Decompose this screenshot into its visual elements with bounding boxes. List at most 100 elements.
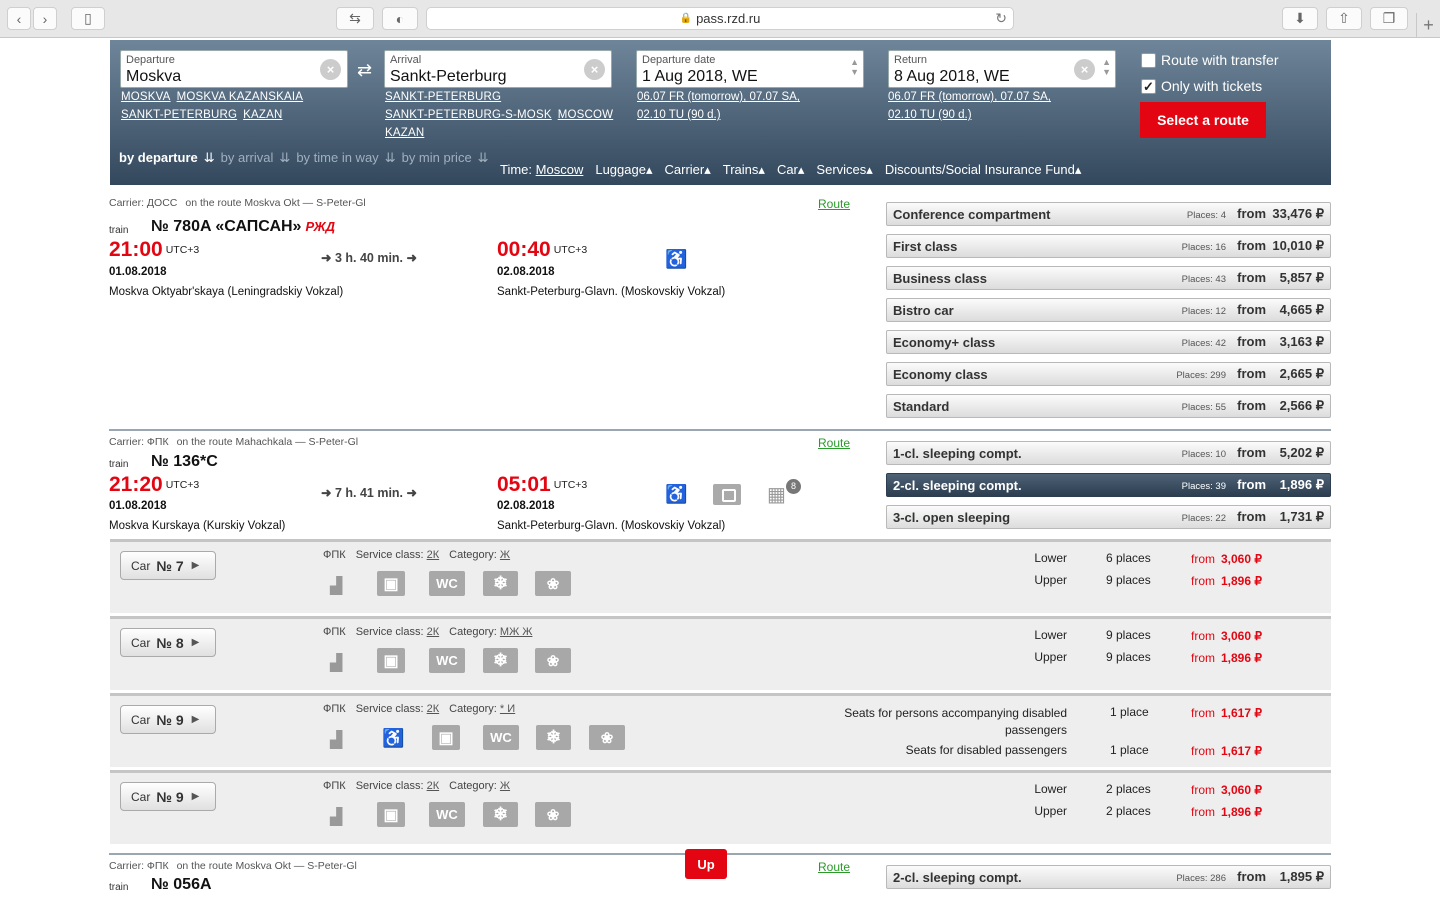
chart-icon: ▟ [330, 655, 343, 672]
privacy-icon[interactable]: ◐ [382, 7, 418, 30]
only-tickets-checkbox[interactable]: ✓ Only with tickets [1141, 78, 1262, 94]
suggest-link[interactable]: SANKT-PETERBURG [385, 91, 501, 103]
arrival-suggestions: SANKT-PETERBURG SANKT-PETERBURG-S-MOSK MO… [385, 88, 625, 142]
seat-price[interactable]: from 3,060 ₽ [1191, 552, 1262, 566]
filter-services[interactable]: Services▴ [816, 162, 872, 178]
select-route-button[interactable]: Select a route [1140, 102, 1266, 138]
seat-price[interactable]: from 1,896 ₽ [1191, 574, 1262, 588]
class-row[interactable]: 2-cl. sleeping compt. Places: 286 from 1,89… [886, 865, 1331, 889]
car-button[interactable]: Car № 7 ▶ [120, 551, 216, 580]
downloads-icon[interactable]: ⬇ [1282, 7, 1318, 30]
arrival-date: 02.08.2018 [497, 266, 555, 278]
suggest-link[interactable]: MOSCOW [558, 109, 614, 121]
route-link[interactable]: Route [818, 197, 850, 211]
seat-price[interactable]: from 1,617 ₽ [1191, 706, 1262, 720]
date-hint[interactable]: 02.10 TU (90 d.) [888, 106, 1051, 124]
arrival-field[interactable]: Arrival Sankt-Peterburg × [384, 50, 612, 88]
class-row[interactable]: Economy+ class Places: 42 from 3,163 ₽ [886, 330, 1331, 354]
swap-icon[interactable]: ⇄ [357, 60, 372, 81]
car-button[interactable]: Car № 9 ▶ [120, 782, 216, 811]
seat-price[interactable]: from 1,617 ₽ [1191, 744, 1262, 758]
suggest-link[interactable]: MOSKVA [121, 91, 171, 103]
seat-type-text: Upper [1034, 804, 1067, 818]
sort-by-time[interactable]: by time in way [296, 150, 378, 166]
seat-price[interactable]: from 3,060 ₽ [1191, 629, 1262, 643]
tabs-icon[interactable]: ❐ [1370, 7, 1408, 30]
luggage-icon: ▣ [377, 802, 405, 827]
new-tab-icon[interactable]: + [1416, 13, 1440, 38]
sort-by-arrival[interactable]: by arrival [221, 150, 274, 166]
clear-arrival-icon[interactable]: × [584, 59, 605, 80]
seat-price[interactable]: from 3,060 ₽ [1191, 783, 1262, 797]
car-button[interactable]: Car № 9 ▶ [120, 705, 216, 734]
back-button[interactable]: ‹ [7, 7, 31, 30]
seat-type-text: Lower [1034, 782, 1067, 796]
class-row[interactable]: Business class Places: 43 from 5,857 ₽ [886, 266, 1331, 290]
suggest-link[interactable]: KAZAN [243, 109, 282, 121]
seat-price[interactable]: from 1,896 ₽ [1191, 805, 1262, 819]
departure-time: 21:20 UTC+3 [109, 473, 199, 497]
class-row[interactable]: Bistro car Places: 12 from 4,665 ₽ [886, 298, 1331, 322]
date-hint[interactable]: 02.10 TU (90 d.) [637, 106, 800, 124]
departure-field[interactable]: Departure Moskva × [120, 50, 348, 88]
return-date-hints[interactable]: 06.07 FR (tomorrow), 07.07 SA, 02.10 TU (… [888, 88, 1051, 124]
class-price: 2,665 ₽ [1279, 366, 1324, 381]
sort-by-price[interactable]: by min price [402, 150, 472, 166]
scroll-up-button[interactable]: Up [685, 849, 727, 879]
date-spinner-icon[interactable]: ▲ ▼ [1102, 57, 1111, 77]
date-hint[interactable]: 06.07 FR (tomorrow), 07.07 SA, [888, 88, 1051, 106]
share-arrows-icon[interactable]: ⇆ [336, 7, 374, 30]
class-row[interactable]: Conference compartment Places: 4 from 33,47… [886, 202, 1331, 226]
reload-icon[interactable]: ↻ [995, 10, 1007, 27]
class-price: 10,010 ₽ [1272, 238, 1324, 253]
train-number[interactable]: № 780A «САПСАН» РЖД [151, 218, 335, 236]
seat-count: 9 places [1106, 650, 1151, 664]
return-date-field[interactable]: Return 8 Aug 2018, WE × ▲ ▼ [888, 50, 1116, 88]
checkbox-unchecked-icon[interactable] [1141, 52, 1156, 68]
filter-carrier[interactable]: Carrier▴ [665, 162, 711, 178]
class-from: from [1237, 366, 1266, 381]
suggest-link[interactable]: KAZAN [385, 127, 424, 139]
filter-time[interactable]: Time: Moscow [500, 162, 583, 178]
from-text: from [1191, 552, 1215, 566]
filter-luggage[interactable]: Luggage▴ [595, 162, 652, 178]
forward-button[interactable]: › [33, 7, 57, 30]
train-number[interactable]: № 136*С [151, 453, 218, 471]
car-button[interactable]: Car № 8 ▶ [120, 628, 216, 657]
suggest-link[interactable]: MOSKVA KAZANSKAIA [177, 91, 304, 103]
class-name: First class [893, 239, 958, 254]
class-row-selected[interactable]: 2-cl. sleeping compt. Places: 39 from 1,896… [886, 473, 1331, 497]
filter-trains[interactable]: Trains▴ [723, 162, 765, 178]
seat-type-text: Upper [1034, 650, 1067, 664]
route-link[interactable]: Route [818, 860, 850, 874]
class-from: from [1237, 206, 1266, 221]
departure-date-hints[interactable]: 06.07 FR (tomorrow), 07.07 SA, 02.10 TU (… [637, 88, 800, 124]
class-row[interactable]: Economy class Places: 299 from 2,665 ₽ [886, 362, 1331, 386]
suggest-link[interactable]: SANKT-PETERBURG [121, 109, 237, 121]
class-row[interactable]: 3-cl. open sleeping Places: 22 from 1,731 ₽ [886, 505, 1331, 529]
route-link[interactable]: Route [818, 436, 850, 450]
departure-date-field[interactable]: Departure date 1 Aug 2018, WE ▲ ▼ [636, 50, 864, 88]
filter-discounts[interactable]: Discounts/Social Insurance Fund▴ [885, 162, 1082, 178]
class-row[interactable]: Standard Places: 55 from 2,566 ₽ [886, 394, 1331, 418]
route-transfer-checkbox[interactable]: Route with transfer [1141, 52, 1279, 68]
sidebar-toggle-icon[interactable]: ▯ [71, 7, 105, 30]
date-spinner-icon[interactable]: ▲ ▼ [850, 57, 859, 77]
suggest-link[interactable]: SANKT-PETERBURG-S-MOSK [385, 109, 552, 121]
checkbox-checked-icon[interactable]: ✓ [1141, 78, 1156, 94]
class-row[interactable]: First class Places: 16 from 10,010 ₽ [886, 234, 1331, 258]
seat-price[interactable]: from 1,896 ₽ [1191, 651, 1262, 665]
class-price: 3,163 ₽ [1279, 334, 1324, 349]
filter-car[interactable]: Car▴ [777, 162, 804, 178]
play-arrow-icon: ▶ [191, 714, 200, 725]
sort-by-departure[interactable]: by departure [119, 150, 198, 166]
class-row[interactable]: 1-cl. sleeping compt. Places: 10 from 5,202… [886, 441, 1331, 465]
car-row: Car № 9 ▶ ФПК Service class: 2К Category: * … [110, 693, 1331, 767]
train-number[interactable]: № 056A [151, 876, 212, 894]
clear-departure-icon[interactable]: × [320, 59, 341, 80]
date-hint[interactable]: 06.07 FR (tomorrow), 07.07 SA, [637, 88, 800, 106]
address-bar[interactable]: 🔒 pass.rzd.ru ↻ [426, 7, 1014, 30]
clear-return-icon[interactable]: × [1074, 59, 1095, 80]
share-icon[interactable]: ⇧ [1326, 7, 1362, 30]
filter-time-value[interactable]: Moscow [536, 162, 584, 177]
